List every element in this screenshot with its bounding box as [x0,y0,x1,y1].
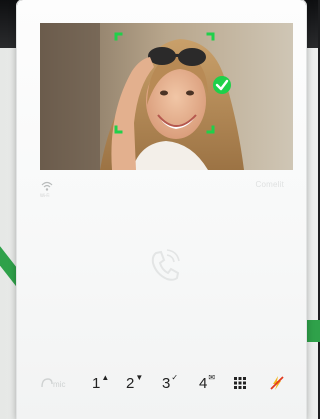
mic-label: mic [53,380,65,389]
key-3-symbol: ✓ [171,372,179,382]
mic-button[interactable]: mic [40,370,74,396]
keypad-grid-icon [234,377,246,389]
verified-check-icon [213,76,231,94]
key-3-label: 3 [162,374,171,392]
key-4-label: 4 [199,374,208,392]
key-2-label: 2 [126,374,135,392]
wifi-label: Wi-Fi [40,193,50,198]
green-stripe-right [306,320,320,342]
do-not-disturb-icon [270,376,284,390]
key-4-button[interactable]: 4 ✉ [199,370,215,396]
keypad-button[interactable] [233,370,247,396]
mic-mute-icon: mic [41,378,65,389]
brand-logo: Comelit [255,180,284,189]
key-1-label: 1 [92,374,101,392]
privacy-button[interactable] [269,370,285,396]
wifi-icon [41,181,53,191]
key-1-symbol: ▲ [101,372,110,382]
key-1-button[interactable]: 1 ▲ [92,370,109,396]
key-2-symbol: ▼ [135,372,144,382]
video-intercom-device: Wi-Fi Comelit mic 1 ▲ 2 ▼ 3 ✓ 4 ✉ [17,0,306,419]
buttons-row: mic 1 ▲ 2 ▼ 3 ✓ 4 ✉ [40,370,293,396]
key-4-symbol: ✉ [208,372,216,382]
video-screen [40,23,293,170]
key-3-button[interactable]: 3 ✓ [162,370,178,396]
handset-icon[interactable] [143,244,185,286]
camera-feed [40,23,293,170]
key-2-button[interactable]: 2 ▼ [126,370,143,396]
